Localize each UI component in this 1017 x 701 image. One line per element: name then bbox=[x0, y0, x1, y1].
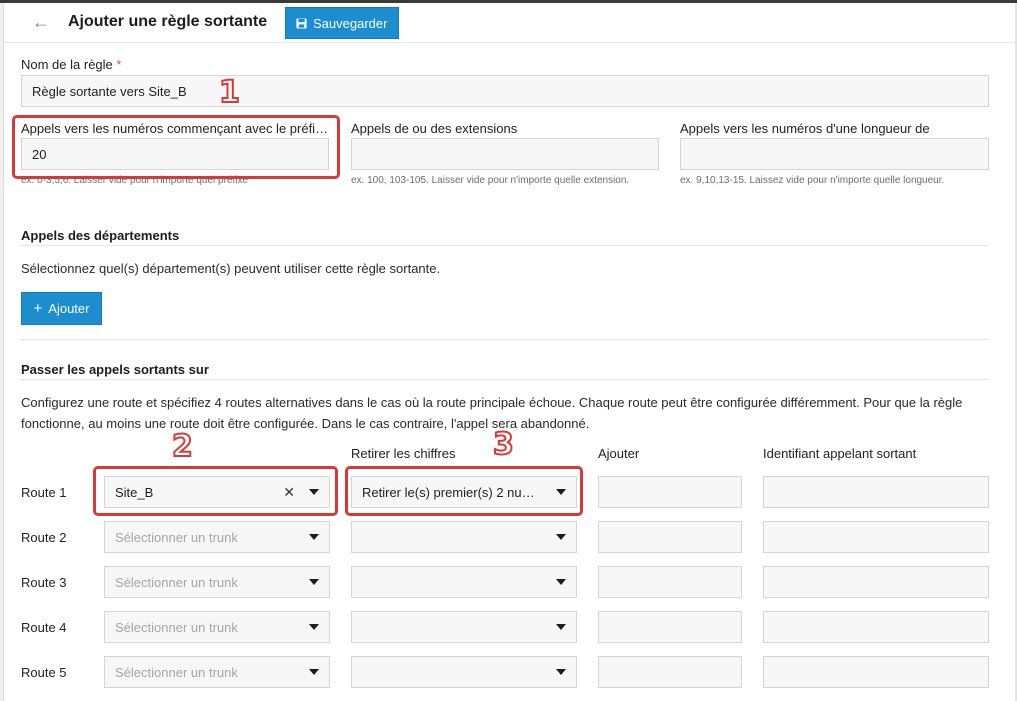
routing-divider bbox=[21, 379, 989, 380]
annotation-number-1: 1 bbox=[218, 75, 241, 110]
extensions-help: ex. 100, 103-105. Laisser vide pour n'im… bbox=[351, 175, 630, 186]
rule-name-label-text: Nom de la règle bbox=[21, 57, 113, 72]
trunk-select-route-3[interactable]: Sélectionner un trunk bbox=[104, 566, 330, 598]
caret-down-icon bbox=[309, 624, 319, 630]
strip-select-route-5[interactable] bbox=[351, 656, 577, 688]
length-help: ex. 9,10,13-15. Laissez vide pour n'impo… bbox=[680, 175, 945, 186]
prepend-input-route-4[interactable] bbox=[598, 611, 742, 643]
prepend-header: Ajouter bbox=[598, 446, 640, 461]
section-divider bbox=[21, 339, 989, 340]
caret-down-icon bbox=[309, 579, 319, 585]
caret-down-icon bbox=[556, 579, 566, 585]
rule-name-input[interactable]: Règle sortante vers Site_B bbox=[21, 75, 989, 107]
routing-title: Passer les appels sortants sur bbox=[21, 362, 209, 377]
extensions-label: Appels de ou des extensions bbox=[351, 121, 518, 136]
floppy-disk-icon bbox=[296, 17, 307, 29]
save-button-label: Sauvegarder bbox=[313, 15, 388, 31]
rule-name-label: Nom de la règle * bbox=[21, 57, 121, 72]
trunk-placeholder: Sélectionner un trunk bbox=[115, 664, 238, 680]
trunk-placeholder: Sélectionner un trunk bbox=[115, 619, 238, 635]
trunk-select-route-5[interactable]: Sélectionner un trunk bbox=[104, 656, 330, 688]
length-label: Appels vers les numéros d'une longueur d… bbox=[680, 121, 930, 136]
page-title: Ajouter une règle sortante bbox=[68, 13, 268, 30]
left-panel-edge bbox=[0, 3, 4, 701]
caller-id-header: Identifiant appelant sortant bbox=[763, 446, 917, 461]
prepend-input-route-2[interactable] bbox=[598, 521, 742, 553]
back-arrow-icon[interactable]: ← bbox=[32, 12, 54, 32]
trunk-placeholder: Sélectionner un trunk bbox=[115, 574, 238, 590]
route-label: Route 5 bbox=[21, 665, 67, 680]
caret-down-icon bbox=[309, 534, 319, 540]
caller-id-input-route-3[interactable] bbox=[763, 566, 989, 598]
caller-id-input-route-5[interactable] bbox=[763, 656, 989, 688]
strip-select-route-2[interactable] bbox=[351, 521, 577, 553]
strip-select-route-4[interactable] bbox=[351, 611, 577, 643]
route-label: Route 2 bbox=[21, 530, 67, 545]
caller-id-input-route-4[interactable] bbox=[763, 611, 989, 643]
caller-id-input-route-2[interactable] bbox=[763, 521, 989, 553]
add-department-label: Ajouter bbox=[48, 301, 90, 316]
prepend-input-route-3[interactable] bbox=[598, 566, 742, 598]
caret-down-icon bbox=[556, 534, 566, 540]
caret-down-icon bbox=[556, 624, 566, 630]
trunk-placeholder: Sélectionner un trunk bbox=[115, 529, 238, 545]
departments-description: Sélectionnez quel(s) département(s) peuv… bbox=[21, 261, 441, 276]
annotation-box-3 bbox=[345, 466, 583, 516]
route-label: Route 1 bbox=[21, 485, 67, 500]
plus-icon: + bbox=[33, 300, 43, 317]
length-input[interactable] bbox=[680, 138, 989, 170]
strip-select-route-3[interactable] bbox=[351, 566, 577, 598]
add-department-button[interactable]: + Ajouter bbox=[21, 292, 102, 325]
page-header: ← Ajouter une règle sortante Sauvegarder bbox=[4, 3, 1015, 43]
annotation-number-2: 2 bbox=[171, 429, 194, 464]
annotation-number-3: 3 bbox=[492, 427, 515, 462]
route-label: Route 4 bbox=[21, 620, 67, 635]
strip-digits-header: Retirer les chiffres bbox=[351, 446, 456, 461]
annotation-box-1 bbox=[12, 115, 340, 179]
required-mark: * bbox=[116, 57, 122, 72]
save-button[interactable]: Sauvegarder bbox=[285, 7, 399, 39]
caret-down-icon bbox=[309, 669, 319, 675]
prepend-input-route-1[interactable] bbox=[598, 476, 742, 508]
extensions-input[interactable] bbox=[351, 138, 659, 170]
departments-title: Appels des départements bbox=[21, 228, 180, 243]
trunk-select-route-2[interactable]: Sélectionner un trunk bbox=[104, 521, 330, 553]
caller-id-input-route-1[interactable] bbox=[763, 476, 989, 508]
caret-down-icon bbox=[556, 669, 566, 675]
route-label: Route 3 bbox=[21, 575, 67, 590]
annotation-box-2 bbox=[93, 466, 338, 516]
prepend-input-route-5[interactable] bbox=[598, 656, 742, 688]
trunk-select-route-4[interactable]: Sélectionner un trunk bbox=[104, 611, 330, 643]
departments-divider bbox=[21, 245, 989, 246]
